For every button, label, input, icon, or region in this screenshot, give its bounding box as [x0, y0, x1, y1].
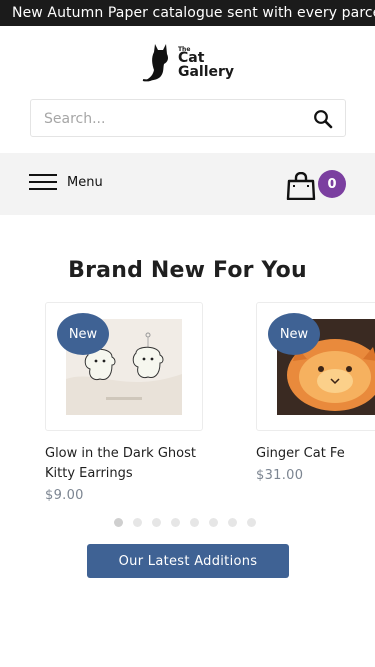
site-logo[interactable]: The Cat Gallery: [141, 42, 234, 82]
search-bar: [30, 99, 346, 137]
product-image-frame[interactable]: New: [45, 302, 203, 431]
carousel-dot[interactable]: [228, 518, 237, 527]
announcement-bar: New Autumn Paper catalogue sent with eve…: [0, 0, 375, 26]
header: The Cat Gallery: [0, 26, 375, 98]
logo-line-3: Gallery: [177, 63, 235, 80]
carousel-dot[interactable]: [171, 518, 180, 527]
carousel-dot[interactable]: [114, 518, 123, 527]
announcement-text: New Autumn Paper catalogue sent with eve…: [12, 5, 375, 21]
carousel-dot[interactable]: [152, 518, 161, 527]
cart-count-badge: 0: [318, 170, 346, 198]
product-price: $9.00: [45, 488, 84, 503]
cart-button[interactable]: 0: [286, 169, 346, 201]
section-title: Brand New For You: [68, 258, 307, 283]
product-card[interactable]: New Glow in the Dark Ghost Kitty Earring…: [45, 302, 203, 503]
carousel-dot[interactable]: [190, 518, 199, 527]
search-icon[interactable]: [313, 109, 333, 129]
product-image-frame[interactable]: New: [256, 302, 375, 431]
product-name[interactable]: Glow in the Dark Ghost Kitty Earrings: [45, 444, 203, 484]
product-carousel[interactable]: New Glow in the Dark Ghost Kitty Earring…: [0, 302, 375, 512]
menu-label: Menu: [67, 174, 103, 190]
product-name[interactable]: Ginger Cat Fe: [256, 444, 375, 464]
product-card[interactable]: New Ginger Cat Fe $31.00: [256, 302, 375, 483]
cat-logo-icon: [142, 44, 168, 82]
menu-button[interactable]: Menu: [29, 174, 103, 190]
shopping-bag-icon: [286, 172, 316, 200]
new-badge: New: [268, 313, 320, 355]
carousel-dot[interactable]: [209, 518, 218, 527]
logo-wordmark: The Cat Gallery: [177, 46, 235, 80]
carousel-dot[interactable]: [133, 518, 142, 527]
latest-additions-button[interactable]: Our Latest Additions: [87, 544, 289, 578]
hamburger-icon: [29, 174, 57, 190]
nav-bar: Menu 0: [0, 153, 375, 215]
carousel-dot[interactable]: [247, 518, 256, 527]
carousel-pagination: [114, 518, 256, 527]
search-input[interactable]: [44, 109, 294, 129]
product-price: $31.00: [256, 468, 304, 483]
new-badge: New: [57, 313, 109, 355]
